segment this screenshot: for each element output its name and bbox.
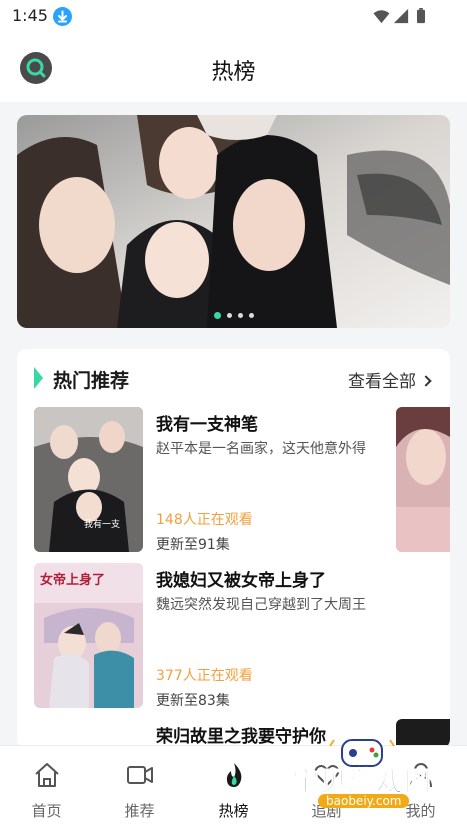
home-icon (35, 763, 59, 787)
item-description: 魏远突然发现自己穿越到了大周王 (156, 597, 366, 613)
poster-caption: 我有一支 (84, 520, 121, 530)
system-status-icons (373, 8, 425, 24)
tab-label: 推荐 (124, 802, 155, 820)
see-all-label: 查看全部 (348, 372, 416, 392)
video-icon (127, 766, 153, 784)
tab-label: 热榜 (218, 802, 249, 820)
section-marker-icon (34, 367, 43, 389)
carousel-dot[interactable] (237, 313, 243, 318)
section-title: 热门推荐 (53, 370, 130, 392)
tab-home[interactable]: 首页 (0, 746, 93, 830)
banner-image (17, 115, 450, 328)
poster-image[interactable]: 女帝上身了 (34, 563, 143, 708)
header: 热榜 (0, 32, 467, 102)
tab-hot[interactable]: 热榜 (187, 746, 280, 830)
item-description: 赵平本是一名画家，这天他意外得 (156, 441, 366, 457)
carousel-dot[interactable] (248, 313, 254, 318)
watermark-url: baobeiy.com (318, 794, 410, 808)
episode-update: 更新至91集 (156, 537, 230, 553)
item-title: 我有一支神笔 (156, 415, 258, 435)
tab-label: 首页 (31, 802, 62, 820)
hot-recommend-section: 热门推荐 查看全部 我有一支 我有一支神笔 赵平本是一名画家，这天他意外得 14… (17, 349, 450, 749)
poster-caption: 女帝上身了 (40, 573, 106, 588)
watermark-logo: 宝贝游戏网 baobeiy.com (290, 736, 440, 818)
tab-recommend[interactable]: 推荐 (93, 746, 186, 830)
next-card-peek[interactable] (396, 407, 450, 552)
status-time: 1:45 (12, 6, 48, 25)
poster-image[interactable]: 我有一支 (34, 407, 143, 552)
viewer-count: 377人正在观看 (156, 668, 253, 684)
list-item[interactable]: 我有一支 我有一支神笔 赵平本是一名画家，这天他意外得 148人正在观看 更新至… (34, 407, 450, 553)
carousel-dot[interactable] (226, 313, 232, 318)
list-item[interactable]: 女帝上身了 我媳妇又被女帝上身了 魏远突然发现自己穿越到了大周王 377人正在观… (34, 563, 450, 709)
chevron-right-icon (420, 375, 432, 387)
item-title: 我媳妇又被女帝上身了 (156, 571, 326, 591)
carousel-dot-active[interactable] (213, 312, 221, 319)
carousel-dots (17, 312, 450, 319)
episode-update: 更新至83集 (156, 693, 230, 709)
see-all-link[interactable]: 查看全部 (348, 367, 432, 392)
page-title: 热榜 (211, 60, 256, 85)
download-icon (53, 7, 72, 26)
status-bar: 1:45 (0, 0, 467, 32)
banner-carousel[interactable] (17, 115, 450, 328)
flame-icon (226, 763, 242, 787)
viewer-count: 148人正在观看 (156, 512, 253, 528)
